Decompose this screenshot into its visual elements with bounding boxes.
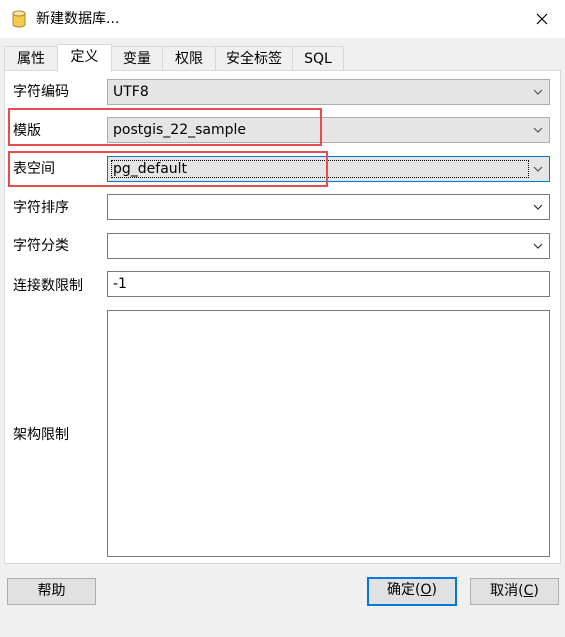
tab-privileges[interactable]: 权限	[162, 46, 216, 71]
ok-button-label: 确定(	[387, 582, 421, 598]
ok-button-accelerator: O	[420, 582, 432, 598]
cancel-button-accelerator: C	[523, 583, 534, 599]
ctype-select[interactable]	[107, 233, 550, 259]
encoding-select[interactable]: UTF8	[107, 79, 550, 105]
title-bar: 新建数据库...	[0, 0, 565, 38]
template-highlight-box	[8, 108, 322, 146]
database-icon	[12, 10, 26, 28]
help-button[interactable]: 帮助	[7, 578, 96, 605]
cancel-button-label-end: )	[533, 583, 539, 599]
ctype-label: 字符分类	[13, 238, 69, 254]
close-button[interactable]	[519, 0, 565, 38]
collation-label: 字符排序	[13, 200, 69, 216]
tab-security-labels[interactable]: 安全标签	[215, 46, 293, 71]
encoding-label: 字符编码	[13, 84, 69, 100]
connlimit-label: 连接数限制	[13, 278, 83, 294]
schema-restriction-label: 架构限制	[13, 427, 69, 443]
chevron-down-icon	[533, 166, 543, 172]
encoding-value: UTF8	[113, 84, 149, 100]
tab-properties[interactable]: 属性	[4, 46, 58, 71]
chevron-down-icon	[533, 243, 543, 249]
tab-definition[interactable]: 定义	[57, 44, 112, 72]
chevron-down-icon	[533, 204, 543, 210]
cancel-button[interactable]: 取消(C)	[470, 578, 559, 605]
tab-bar: 属性 定义 变量 权限 安全标签 SQL	[4, 44, 561, 72]
close-icon	[536, 13, 548, 25]
window-title: 新建数据库...	[36, 11, 120, 27]
connlimit-input[interactable]: -1	[107, 271, 550, 297]
schema-restriction-textarea[interactable]	[107, 310, 550, 557]
ok-button-label-end: )	[431, 582, 437, 598]
ok-button[interactable]: 确定(O)	[367, 577, 457, 606]
collation-select[interactable]	[107, 194, 550, 220]
chevron-down-icon	[533, 89, 543, 95]
tablespace-highlight-box	[8, 151, 328, 187]
tab-sql[interactable]: SQL	[292, 46, 344, 71]
cancel-button-label: 取消(	[490, 583, 524, 599]
connlimit-value: -1	[113, 276, 127, 292]
chevron-down-icon	[533, 127, 543, 133]
tab-variables[interactable]: 变量	[111, 46, 163, 71]
